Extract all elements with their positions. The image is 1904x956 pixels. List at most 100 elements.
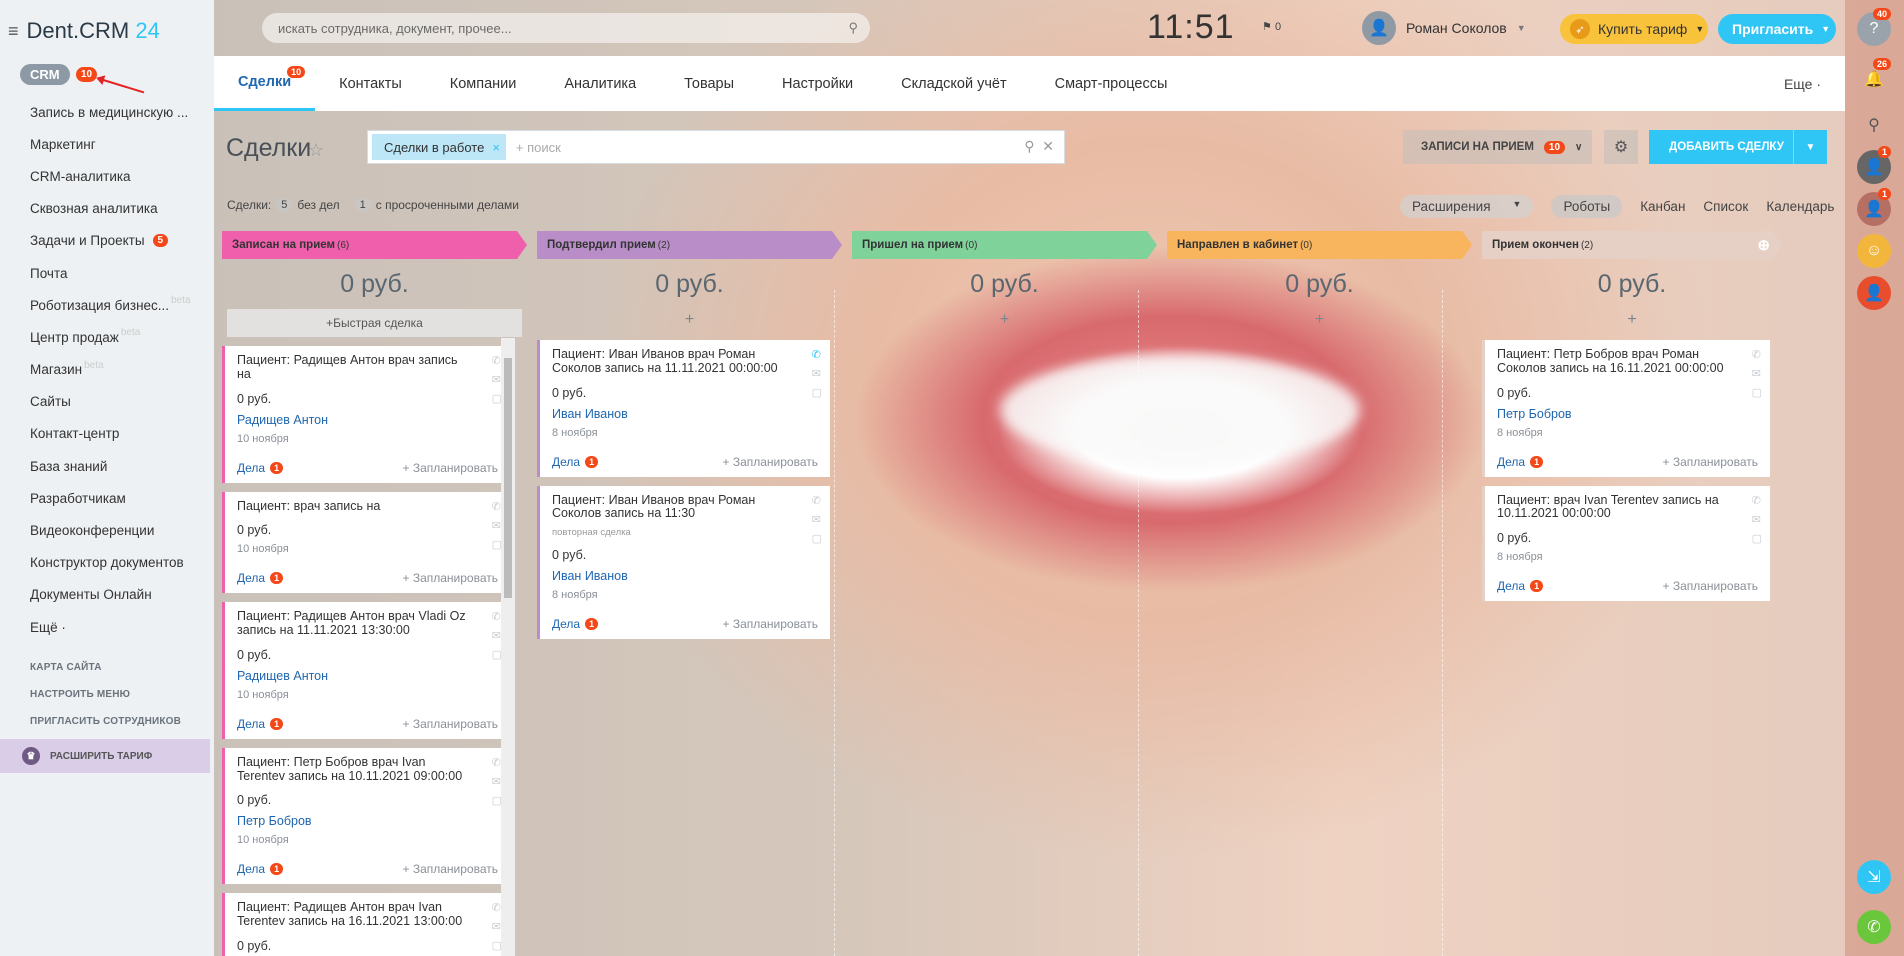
global-search-input[interactable]: искать сотрудника, документ, прочее... ⚲ bbox=[262, 13, 870, 43]
plan-activity-link[interactable]: + Запланировать bbox=[722, 617, 818, 631]
add-stage-icon[interactable]: ⊕ bbox=[1757, 236, 1770, 254]
upgrade-plan-button[interactable]: ♛ РАСШИРИТЬ ТАРИФ bbox=[0, 739, 210, 773]
deal-contact-link[interactable]: Петр Бобров bbox=[237, 814, 498, 828]
plan-activity-link[interactable]: + Запланировать bbox=[402, 717, 498, 731]
contact-avatar-icon[interactable]: 👤 1 bbox=[1857, 188, 1891, 226]
flag-counter[interactable]: ⚑ 0 bbox=[1262, 20, 1281, 33]
counter-overdue[interactable]: 1 bbox=[354, 198, 371, 212]
robots-button[interactable]: Роботы bbox=[1551, 195, 1623, 218]
tab[interactable]: Настройки bbox=[758, 56, 877, 111]
buy-plan-button[interactable]: ➶ Купить тариф ▼ bbox=[1560, 14, 1708, 44]
sidebar-item[interactable]: Задачи и Проекты 5 bbox=[0, 225, 214, 257]
tab[interactable]: Компании bbox=[426, 56, 541, 111]
plan-activity-link[interactable]: + Запланировать bbox=[402, 461, 498, 475]
deal-tasks-link[interactable]: Дела 1 bbox=[1497, 455, 1544, 469]
sidebar-item[interactable]: Роботизация бизнес... beta bbox=[0, 289, 214, 321]
sidebar-item[interactable]: CRM-аналитика bbox=[0, 160, 214, 192]
view-calendar[interactable]: Календарь bbox=[1766, 199, 1834, 214]
counter-no-tasks[interactable]: 5 bbox=[276, 198, 293, 212]
deal-contact-link[interactable]: Иван Иванов bbox=[552, 569, 818, 583]
deal-card[interactable]: Пациент: врач запись на 0 руб. 10 ноября Де… bbox=[222, 491, 510, 594]
tab[interactable]: Сделки 10 bbox=[214, 56, 316, 111]
tab[interactable]: Товары bbox=[660, 56, 758, 111]
chevron-down-icon[interactable]: ▼ bbox=[1793, 130, 1827, 164]
sidebar-item[interactable]: Документы Онлайн bbox=[0, 579, 214, 611]
deal-card[interactable]: Пациент: Петр Бобров врач Ivan Terentev … bbox=[222, 747, 510, 885]
add-deal-plus-icon[interactable]: + bbox=[537, 309, 842, 331]
view-kanban[interactable]: Канбан bbox=[1640, 199, 1685, 214]
plan-activity-link[interactable]: + Запланировать bbox=[402, 571, 498, 585]
add-deal-plus-icon[interactable]: + bbox=[852, 309, 1157, 331]
sidebar-item[interactable]: Маркетинг bbox=[0, 128, 214, 160]
open-lines-icon[interactable]: ⇲ bbox=[1857, 860, 1891, 894]
close-icon[interactable]: ✕ bbox=[1042, 138, 1054, 154]
logo[interactable]: ≡ Dent.CRM 24 bbox=[8, 18, 160, 44]
deal-title[interactable]: Пациент: Радищев Антон врач Vladi Oz зап… bbox=[237, 609, 498, 638]
deal-title[interactable]: Пациент: врач Ivan Terentev запись на 10… bbox=[1497, 493, 1758, 522]
contact-avatar-icon[interactable]: 👤 1 bbox=[1857, 146, 1891, 184]
mail-icon[interactable]: ✉ bbox=[812, 367, 822, 380]
add-deal-button[interactable]: ДОБАВИТЬ СДЕЛКУ ▼ bbox=[1649, 130, 1827, 164]
invite-button[interactable]: Пригласить ▼ bbox=[1718, 14, 1836, 44]
sidebar-link[interactable]: КАРТА САЙТА bbox=[30, 662, 181, 689]
mail-icon[interactable]: ✉ bbox=[1752, 367, 1762, 380]
sidebar-item[interactable]: База знаний bbox=[0, 450, 214, 482]
plan-activity-link[interactable]: + Запланировать bbox=[402, 862, 498, 876]
mail-icon[interactable]: ✉ bbox=[1752, 513, 1762, 526]
plan-activity-link[interactable]: + Запланировать bbox=[1662, 579, 1758, 593]
sidebar-item[interactable]: Ещё · bbox=[0, 611, 214, 643]
sidebar-item[interactable]: Конструктор документов bbox=[0, 547, 214, 579]
deal-title[interactable]: Пациент: врач запись на bbox=[237, 499, 498, 514]
phone-icon[interactable]: ✆ bbox=[1857, 910, 1891, 944]
stage-header[interactable]: Прием окончен (2) ⊕ bbox=[1482, 231, 1782, 259]
tab[interactable]: Складской учёт bbox=[877, 56, 1030, 111]
deal-contact-link[interactable]: Радищев Антон bbox=[237, 413, 498, 427]
counter-no-tasks-label[interactable]: без дел bbox=[297, 198, 339, 212]
plan-activity-link[interactable]: + Запланировать bbox=[722, 455, 818, 469]
sidebar-link[interactable]: НАСТРОИТЬ МЕНЮ bbox=[30, 689, 181, 716]
column-scrollbar[interactable] bbox=[501, 338, 515, 956]
tabs-more-button[interactable]: Еще · bbox=[1784, 76, 1821, 92]
sidebar-item-crm[interactable]: CRM bbox=[20, 64, 70, 85]
counter-overdue-label[interactable]: с просроченными делами bbox=[376, 198, 519, 212]
sidebar-item[interactable]: Сайты bbox=[0, 386, 214, 418]
chat-icon[interactable]: ▢ bbox=[1752, 386, 1762, 399]
scrollbar-thumb[interactable] bbox=[504, 358, 512, 598]
deal-title[interactable]: Пациент: Иван Иванов врач Роман Соколов … bbox=[552, 493, 818, 522]
stage-header[interactable]: Пришел на прием (0) bbox=[852, 231, 1157, 259]
phone-icon[interactable]: ✆ bbox=[812, 494, 822, 507]
chat-icon[interactable]: ▢ bbox=[1752, 532, 1762, 545]
deal-contact-link[interactable]: Радищев Антон bbox=[237, 669, 498, 683]
deal-card[interactable]: Пациент: Петр Бобров врач Роман Соколов … bbox=[1482, 340, 1770, 477]
mail-icon[interactable]: ✉ bbox=[812, 513, 822, 526]
deal-title[interactable]: Пациент: Иван Иванов врач Роман Соколов … bbox=[552, 347, 818, 376]
deal-tasks-link[interactable]: Дела 1 bbox=[237, 862, 284, 876]
search-icon[interactable]: ⚲ bbox=[1024, 138, 1034, 154]
clock[interactable]: 11:51 bbox=[1147, 8, 1235, 47]
search-icon[interactable]: ⚲ bbox=[848, 20, 858, 36]
sidebar-item[interactable]: Разработчикам bbox=[0, 482, 214, 514]
chat-icon[interactable]: ▢ bbox=[812, 386, 822, 399]
deal-tasks-link[interactable]: Дела 1 bbox=[552, 617, 599, 631]
quick-deal-button[interactable]: + Быстрая сделка bbox=[227, 309, 522, 337]
menu-burger-icon[interactable]: ≡ bbox=[8, 21, 19, 42]
extensions-button[interactable]: Расширения ▼ bbox=[1400, 195, 1534, 218]
deal-contact-link[interactable]: Иван Иванов bbox=[552, 407, 818, 421]
phone-icon[interactable]: ✆ bbox=[1752, 494, 1762, 507]
stage-header[interactable]: Подтвердил прием (2) bbox=[537, 231, 842, 259]
deal-card[interactable]: Пациент: врач Ivan Terentev запись на 10… bbox=[1482, 485, 1770, 601]
deal-card[interactable]: Пациент: Иван Иванов врач Роман Соколов … bbox=[537, 485, 830, 639]
star-icon[interactable]: ☆ bbox=[308, 140, 324, 161]
help-icon[interactable]: ? 40 bbox=[1857, 8, 1891, 46]
plan-activity-link[interactable]: + Запланировать bbox=[1662, 455, 1758, 469]
deal-tasks-link[interactable]: Дела 1 bbox=[552, 455, 599, 469]
deal-tasks-link[interactable]: Дела 1 bbox=[237, 717, 284, 731]
deal-card[interactable]: Пациент: Радищев Антон врач Vladi Oz зап… bbox=[222, 602, 510, 739]
filter-search-input[interactable]: Сделки в работе × + поиск ⚲ ✕ bbox=[367, 130, 1065, 164]
add-deal-plus-icon[interactable]: + bbox=[1167, 309, 1472, 331]
stage-header[interactable]: Направлен в кабинет (0) bbox=[1167, 231, 1472, 259]
sidebar-item[interactable]: Центр продаж beta bbox=[0, 321, 214, 353]
deal-title[interactable]: Пациент: Петр Бобров врач Ivan Terentev … bbox=[237, 755, 498, 784]
deal-contact-link[interactable]: Петр Бобров bbox=[1497, 407, 1758, 421]
tab[interactable]: Аналитика bbox=[540, 56, 660, 111]
